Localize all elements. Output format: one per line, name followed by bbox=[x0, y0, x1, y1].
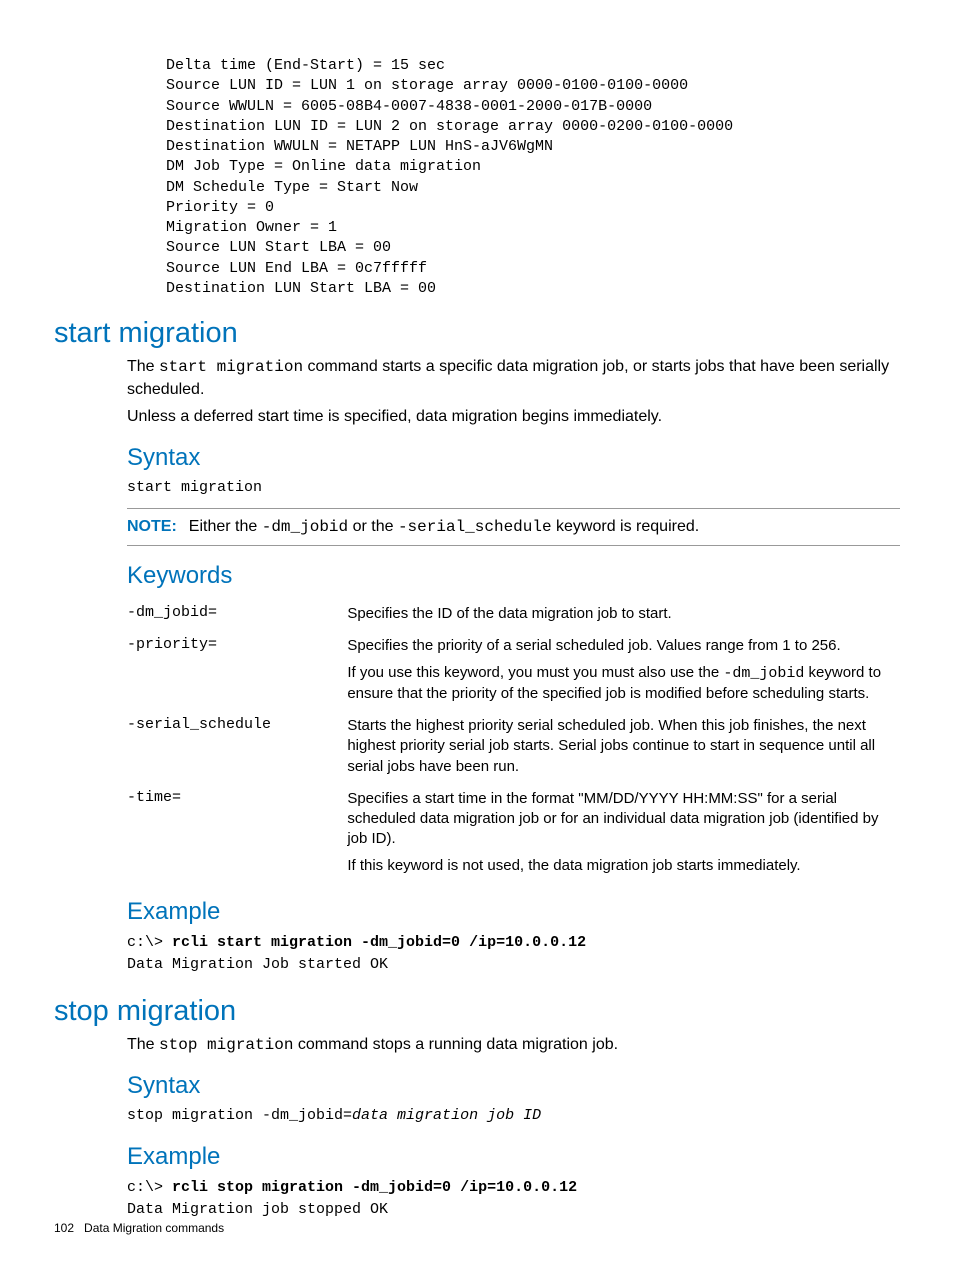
heading-start-migration: start migration bbox=[54, 317, 900, 350]
text: If this keyword is not used, the data mi… bbox=[347, 856, 892, 876]
table-row: -priority= Specifies the priority of a s… bbox=[127, 630, 900, 710]
note-label: NOTE: bbox=[127, 518, 177, 535]
inline-code: start migration bbox=[159, 358, 303, 376]
keyword-desc: Specifies the ID of the data migration j… bbox=[347, 598, 900, 630]
page-number: 102 bbox=[54, 1221, 74, 1235]
inline-code: -serial_schedule bbox=[398, 518, 552, 536]
example-output: Data Migration Job started OK bbox=[127, 954, 900, 977]
para-start-desc2: Unless a deferred start time is specifie… bbox=[127, 406, 900, 428]
page-footer: 102 Data Migration commands bbox=[54, 1221, 224, 1235]
inline-code: stop migration bbox=[159, 1036, 293, 1054]
keyword-name: -time= bbox=[127, 783, 347, 882]
text: or the bbox=[348, 518, 398, 535]
table-row: -time= Specifies a start time in the for… bbox=[127, 783, 900, 882]
heading-stop-migration: stop migration bbox=[54, 995, 900, 1028]
text: The bbox=[127, 1036, 159, 1053]
footer-label: Data Migration commands bbox=[84, 1221, 224, 1235]
text: keyword is required. bbox=[552, 518, 700, 535]
keywords-table: -dm_jobid= Specifies the ID of the data … bbox=[127, 598, 900, 882]
para-stop-desc: The stop migration command stops a runni… bbox=[127, 1034, 900, 1057]
example-output: Data Migration job stopped OK bbox=[127, 1199, 900, 1222]
heading-keywords: Keywords bbox=[127, 562, 900, 590]
text: Specifies a start time in the format "MM… bbox=[347, 790, 878, 848]
heading-example: Example bbox=[127, 1143, 900, 1171]
syntax-line: stop migration -dm_jobid=data migration … bbox=[127, 1106, 900, 1126]
command-text: rcli start migration -dm_jobid=0 /ip=10.… bbox=[172, 934, 586, 951]
text: Specifies the priority of a serial sched… bbox=[347, 637, 840, 654]
text: Either the bbox=[189, 518, 262, 535]
text: If you use this keyword, you must you mu… bbox=[347, 663, 892, 705]
prompt: c:\> bbox=[127, 1179, 172, 1196]
code-output-block: Delta time (End-Start) = 15 sec Source L… bbox=[166, 56, 900, 299]
text: The bbox=[127, 358, 159, 375]
command-text: rcli stop migration -dm_jobid=0 /ip=10.0… bbox=[172, 1179, 577, 1196]
text: command stops a running data migration j… bbox=[293, 1036, 618, 1053]
keyword-name: -priority= bbox=[127, 630, 347, 710]
example-command: c:\> rcli start migration -dm_jobid=0 /i… bbox=[127, 932, 900, 955]
example-command: c:\> rcli stop migration -dm_jobid=0 /ip… bbox=[127, 1177, 900, 1200]
keyword-desc: Specifies a start time in the format "MM… bbox=[347, 783, 900, 882]
keyword-name: -dm_jobid= bbox=[127, 598, 347, 630]
heading-example: Example bbox=[127, 898, 900, 926]
prompt: c:\> bbox=[127, 934, 172, 951]
text: stop migration -dm_jobid= bbox=[127, 1107, 352, 1124]
table-row: -serial_schedule Starts the highest prio… bbox=[127, 710, 900, 783]
para-start-desc1: The start migration command starts a spe… bbox=[127, 356, 900, 400]
syntax-line: start migration bbox=[127, 478, 900, 498]
keyword-desc: Starts the highest priority serial sched… bbox=[347, 710, 900, 783]
syntax-arg: data migration job ID bbox=[352, 1107, 541, 1124]
heading-syntax: Syntax bbox=[127, 444, 900, 472]
keyword-name: -serial_schedule bbox=[127, 710, 347, 783]
heading-syntax: Syntax bbox=[127, 1072, 900, 1100]
table-row: -dm_jobid= Specifies the ID of the data … bbox=[127, 598, 900, 630]
keyword-desc: Specifies the priority of a serial sched… bbox=[347, 630, 900, 710]
inline-code: -dm_jobid bbox=[262, 518, 348, 536]
note-box: NOTE: Either the -dm_jobid or the -serial… bbox=[127, 508, 900, 546]
